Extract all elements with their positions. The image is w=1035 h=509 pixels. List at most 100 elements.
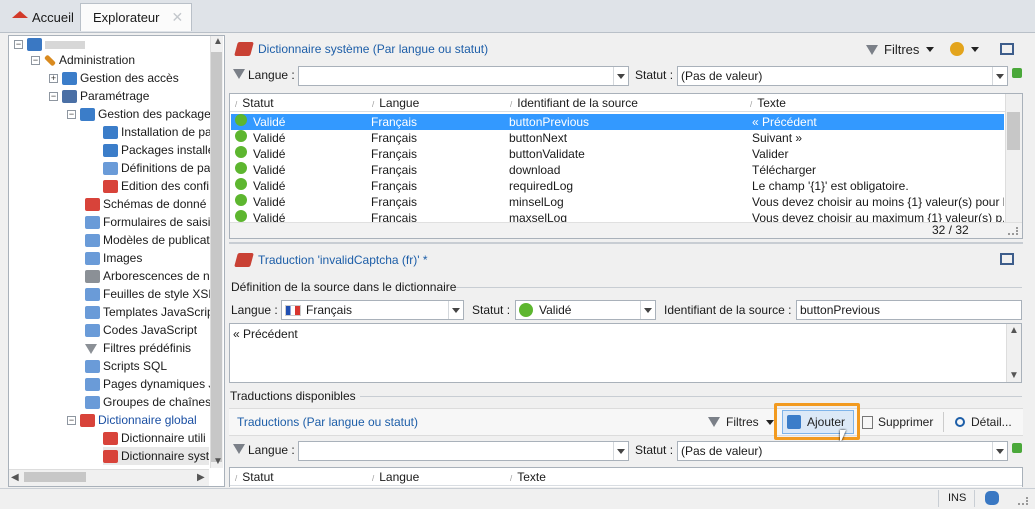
image-icon	[85, 252, 100, 266]
chevron-down-icon	[971, 46, 979, 52]
refresh-icon[interactable]	[1012, 68, 1022, 78]
tree-item-schemas[interactable]: Schémas de donné	[85, 195, 206, 213]
translations-table-header: Statut Langue Texte	[230, 468, 1022, 486]
column-texte[interactable]: Texte	[510, 470, 546, 484]
tree-item-navigation-trees[interactable]: Arborescences de n	[85, 267, 210, 285]
status-separator	[938, 490, 939, 507]
close-icon[interactable]: ✕	[171, 9, 183, 26]
tree-item-global-dictionary[interactable]: − Dictionnaire global	[67, 411, 197, 429]
resize-grip-icon[interactable]	[1008, 227, 1018, 235]
table-row[interactable]: Validé Français buttonNext Suivant »	[231, 130, 1004, 146]
tab-home[interactable]: Accueil	[4, 3, 78, 31]
scroll-up-icon[interactable]: ▲	[1009, 325, 1019, 336]
column-identifiant[interactable]: Identifiant de la source	[510, 96, 638, 110]
tree-item-package-definitions[interactable]: Définitions de pa	[103, 159, 210, 177]
definition-section-label: Définition de la source dans le dictionn…	[231, 280, 457, 294]
translations-statut-select[interactable]: (Pas de valeur)	[677, 441, 1008, 461]
maximize-icon[interactable]	[1000, 253, 1014, 265]
page-icon	[85, 378, 100, 392]
detail-button[interactable]: Détail...	[955, 415, 1012, 429]
collapse-icon[interactable]: −	[14, 40, 23, 50]
column-texte[interactable]: Texte	[750, 96, 786, 110]
scroll-down-icon[interactable]: ▼	[1009, 370, 1019, 381]
collapse-icon[interactable]: −	[67, 110, 76, 120]
table-row[interactable]: Validé Français requiredLog Le champ '{1…	[231, 178, 1004, 194]
tab-explorer[interactable]: Explorateur ✕	[80, 3, 192, 31]
langue-select[interactable]	[298, 66, 629, 86]
delete-button[interactable]: Supprimer	[862, 415, 933, 429]
detail-text-area[interactable]: « Précédent	[229, 323, 1022, 383]
table-row[interactable]: Validé Français maxselLog Vous devez cho…	[231, 210, 1004, 222]
tree-item-package-install[interactable]: Installation de pa	[103, 123, 212, 141]
home-icon	[12, 10, 28, 18]
tree-item-system-dictionary[interactable]: Dictionnaire syst	[103, 447, 210, 465]
tree-item-images[interactable]: Images	[85, 249, 142, 267]
filters-button[interactable]: Filtres	[866, 42, 935, 57]
translations-filters-button[interactable]: Filtres	[708, 415, 774, 429]
detail-id-input[interactable]: buttonPrevious	[796, 300, 1022, 320]
expand-icon[interactable]: +	[49, 74, 58, 84]
tree-item-string-groups[interactable]: Groupes de chaînes	[85, 393, 211, 411]
tree-item-js-templates[interactable]: Templates JavaScrip	[85, 303, 214, 321]
detail-statut-select[interactable]: Validé	[515, 300, 656, 320]
tree-item-publication-templates[interactable]: Modèles de publicat	[85, 231, 210, 249]
statut-select[interactable]: (Pas de valeur)	[677, 66, 1008, 86]
gear-icon	[62, 90, 77, 104]
status-valid-icon	[235, 162, 247, 174]
tree-icon	[85, 270, 100, 284]
chevron-down-icon	[992, 442, 1007, 460]
warning-icon	[103, 180, 118, 194]
status-valid-icon	[235, 130, 247, 142]
table-row[interactable]: Validé Français buttonPrevious « Précéde…	[231, 114, 1004, 130]
chevron-down-icon	[765, 419, 774, 425]
tree-item-access[interactable]: + Gestion des accès	[49, 69, 179, 87]
dictionary-icon	[80, 414, 95, 428]
tree-item-js-codes[interactable]: Codes JavaScript	[85, 321, 197, 339]
tree-item-dynamic-pages[interactable]: Pages dynamiques J	[85, 375, 214, 393]
tree-scroll-thumb[interactable]	[211, 52, 222, 462]
gear-icon	[950, 42, 964, 56]
tree-item-installed-packages[interactable]: Packages installé	[103, 141, 214, 159]
actions-button[interactable]	[950, 40, 984, 58]
tree-item-administration[interactable]: − Administration	[31, 51, 135, 69]
dictionary-icon	[103, 450, 118, 464]
tree-item-forms[interactable]: Formulaires de saisi	[85, 213, 210, 231]
collapse-icon[interactable]: −	[49, 92, 58, 102]
detail-langue-select[interactable]: Français	[281, 300, 464, 320]
detail-title: Traduction 'invalidCaptcha (fr)' *	[258, 253, 428, 267]
column-statut[interactable]: Statut	[235, 470, 273, 484]
scroll-right-icon[interactable]: ▶	[197, 472, 205, 483]
collapse-icon[interactable]: −	[31, 56, 40, 66]
status-valid-icon	[235, 194, 247, 206]
resize-grip-icon[interactable]	[1018, 497, 1028, 505]
tree-item-settings[interactable]: − Paramétrage	[49, 87, 149, 105]
tree-item-packages[interactable]: − Gestion des package	[67, 105, 211, 123]
tree-hscroll-thumb[interactable]	[24, 472, 86, 482]
table-row[interactable]: Validé Français buttonValidate Valider	[231, 146, 1004, 162]
tree-item-sql-scripts[interactable]: Scripts SQL	[85, 357, 167, 375]
column-statut[interactable]: Statut	[235, 96, 273, 110]
table-row[interactable]: Validé Français download Télécharger	[231, 162, 1004, 178]
maximize-icon[interactable]	[1000, 43, 1014, 55]
tab-home-label: Accueil	[32, 9, 74, 25]
refresh-icon[interactable]	[1012, 443, 1022, 453]
column-langue[interactable]: Langue	[372, 96, 419, 110]
splitter[interactable]	[229, 242, 1023, 244]
table-scroll-thumb[interactable]	[1007, 112, 1020, 150]
tree-item-config-edit[interactable]: Edition des confi	[103, 177, 209, 195]
langue-label: Langue :	[248, 68, 295, 82]
column-langue[interactable]: Langue	[372, 470, 419, 484]
scroll-down-icon[interactable]: ▼	[213, 456, 223, 467]
chevron-down-icon	[640, 301, 655, 319]
tree-item-xsl-stylesheets[interactable]: Feuilles de style XSL	[85, 285, 215, 303]
scroll-left-icon[interactable]: ◀	[11, 472, 19, 483]
tree-item-predefined-filters[interactable]: Filtres prédéfinis	[85, 339, 191, 357]
status-valid-icon	[519, 303, 533, 317]
translations-langue-select[interactable]	[298, 441, 629, 461]
statut-label: Statut :	[635, 68, 674, 82]
table-row[interactable]: Validé Français minselLog Vous devez cho…	[231, 194, 1004, 210]
tree-item-user-dictionary[interactable]: Dictionnaire utili	[103, 429, 206, 447]
collapse-icon[interactable]: −	[67, 416, 76, 426]
scroll-up-icon[interactable]: ▲	[213, 36, 223, 47]
status-valid-icon	[235, 210, 247, 222]
